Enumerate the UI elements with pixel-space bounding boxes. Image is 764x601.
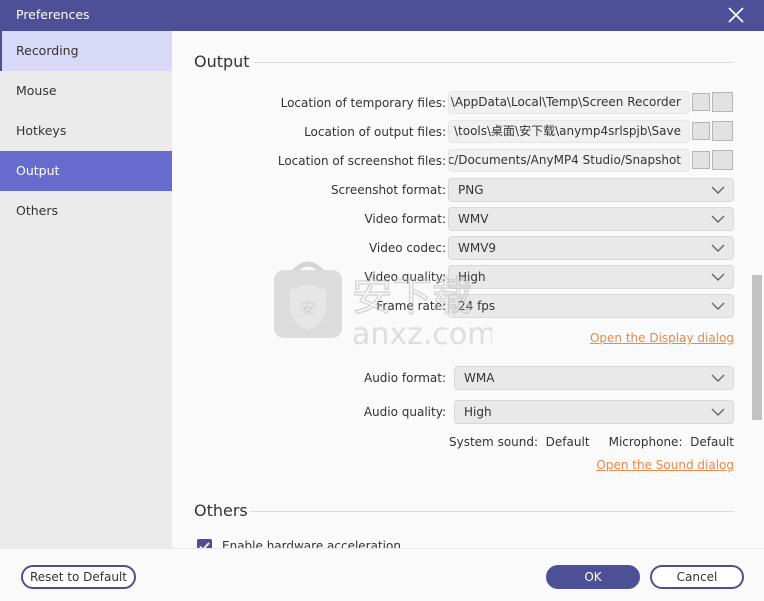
sidebar-item-others[interactable]: Others: [0, 191, 172, 231]
audio-format-label: Audio format:: [363, 371, 446, 385]
others-section-title: Others: [194, 501, 248, 520]
chevron-down-icon: [711, 273, 725, 281]
hardware-acceleration-checkbox[interactable]: [197, 539, 212, 548]
output-files-open-folder-button[interactable]: [692, 122, 710, 140]
system-sound-status: System sound: Default: [449, 435, 590, 449]
frame-rate-label: Frame rate:: [376, 299, 446, 313]
watermark-text: anxz.com: [352, 317, 492, 348]
open-display-dialog-link[interactable]: Open the Display dialog: [590, 331, 734, 345]
audio-quality-select[interactable]: High: [454, 400, 734, 424]
sidebar: Recording Mouse Hotkeys Output Others: [0, 31, 172, 548]
temp-files-path: \AppData\Local\Temp\Screen Recorder: [450, 95, 681, 109]
frame-rate-value: 24 fps: [458, 299, 496, 313]
window-title: Preferences: [16, 7, 90, 22]
chevron-down-icon: [711, 408, 725, 416]
audio-quality-value: High: [464, 405, 492, 419]
chevron-down-icon: [711, 302, 725, 310]
video-codec-value: WMV9: [458, 241, 497, 255]
screenshot-format-label: Screenshot format:: [330, 183, 446, 197]
dialog-footer: Reset to Default OK Cancel: [0, 548, 764, 601]
chevron-down-icon: [711, 186, 725, 194]
video-format-value: WMV: [458, 212, 489, 226]
output-files-path-field[interactable]: \tools\桌面\安下载\anymp4srlspjb\Save: [448, 120, 690, 143]
temp-files-browse-button[interactable]: [712, 92, 733, 112]
sidebar-item-mouse[interactable]: Mouse: [0, 71, 172, 111]
microphone-label: Microphone:: [608, 435, 683, 449]
close-button[interactable]: [726, 5, 746, 25]
screenshot-files-browse-button[interactable]: [712, 150, 733, 170]
checkmark-icon: [199, 542, 210, 548]
audio-quality-label: Audio quality:: [363, 405, 446, 419]
screenshot-files-path: pc/Documents/AnyMP4 Studio/Snapshot: [448, 153, 681, 167]
temp-files-path-field[interactable]: \AppData\Local\Temp\Screen Recorder: [448, 91, 690, 114]
sidebar-item-label: Output: [16, 163, 60, 178]
audio-format-value: WMA: [464, 371, 495, 385]
video-format-label: Video format:: [364, 212, 446, 226]
video-format-select[interactable]: WMV: [448, 207, 734, 231]
sidebar-item-label: Mouse: [16, 83, 57, 98]
screenshot-format-value: PNG: [458, 183, 484, 197]
sidebar-item-output[interactable]: Output: [0, 151, 172, 191]
title-bar: Preferences: [0, 0, 764, 31]
cancel-button[interactable]: Cancel: [650, 565, 744, 589]
microphone-status: Microphone: Default: [609, 435, 734, 449]
video-quality-label: Video quality:: [364, 270, 446, 284]
system-sound-value: Default: [545, 435, 590, 449]
settings-panel: Output Location of temporary files: \App…: [172, 31, 764, 548]
video-quality-select[interactable]: High: [448, 265, 734, 289]
frame-rate-select[interactable]: 24 fps: [448, 294, 734, 318]
video-codec-label: Video codec:: [368, 241, 446, 255]
section-divider: [250, 511, 734, 512]
sidebar-item-label: Recording: [16, 43, 79, 58]
microphone-value: Default: [690, 435, 734, 449]
chevron-down-icon: [711, 215, 725, 223]
output-files-browse-button[interactable]: [712, 121, 733, 141]
audio-format-select[interactable]: WMA: [454, 366, 734, 390]
system-sound-label: System sound:: [449, 435, 539, 449]
screenshot-files-label: Location of screenshot files:: [277, 154, 446, 168]
sidebar-edge-marker: [0, 31, 2, 71]
section-divider: [254, 62, 734, 63]
sidebar-item-label: Others: [16, 203, 59, 218]
hardware-acceleration-label: Enable hardware acceleration: [222, 539, 401, 548]
ok-button[interactable]: OK: [546, 565, 640, 589]
output-files-path: \tools\桌面\安下载\anymp4srlspjb\Save: [454, 124, 681, 138]
sidebar-item-recording[interactable]: Recording: [0, 31, 172, 71]
screenshot-files-open-folder-button[interactable]: [692, 151, 710, 169]
sidebar-item-hotkeys[interactable]: Hotkeys: [0, 111, 172, 151]
svg-text:安: 安: [300, 299, 316, 318]
output-files-label: Location of output files:: [304, 125, 446, 139]
output-section-title: Output: [194, 52, 250, 71]
temp-files-label: Location of temporary files:: [280, 96, 446, 110]
close-icon: [728, 7, 744, 23]
open-sound-dialog-link[interactable]: Open the Sound dialog: [596, 458, 734, 472]
temp-files-open-folder-button[interactable]: [692, 93, 710, 111]
screenshot-files-path-field[interactable]: pc/Documents/AnyMP4 Studio/Snapshot: [448, 149, 690, 172]
chevron-down-icon: [711, 374, 725, 382]
reset-to-default-button[interactable]: Reset to Default: [21, 565, 136, 589]
video-quality-value: High: [458, 270, 486, 284]
scrollbar-thumb[interactable]: [752, 275, 762, 420]
chevron-down-icon: [711, 244, 725, 252]
video-codec-select[interactable]: WMV9: [448, 236, 734, 260]
screenshot-format-select[interactable]: PNG: [448, 178, 734, 202]
sidebar-item-label: Hotkeys: [16, 123, 67, 138]
